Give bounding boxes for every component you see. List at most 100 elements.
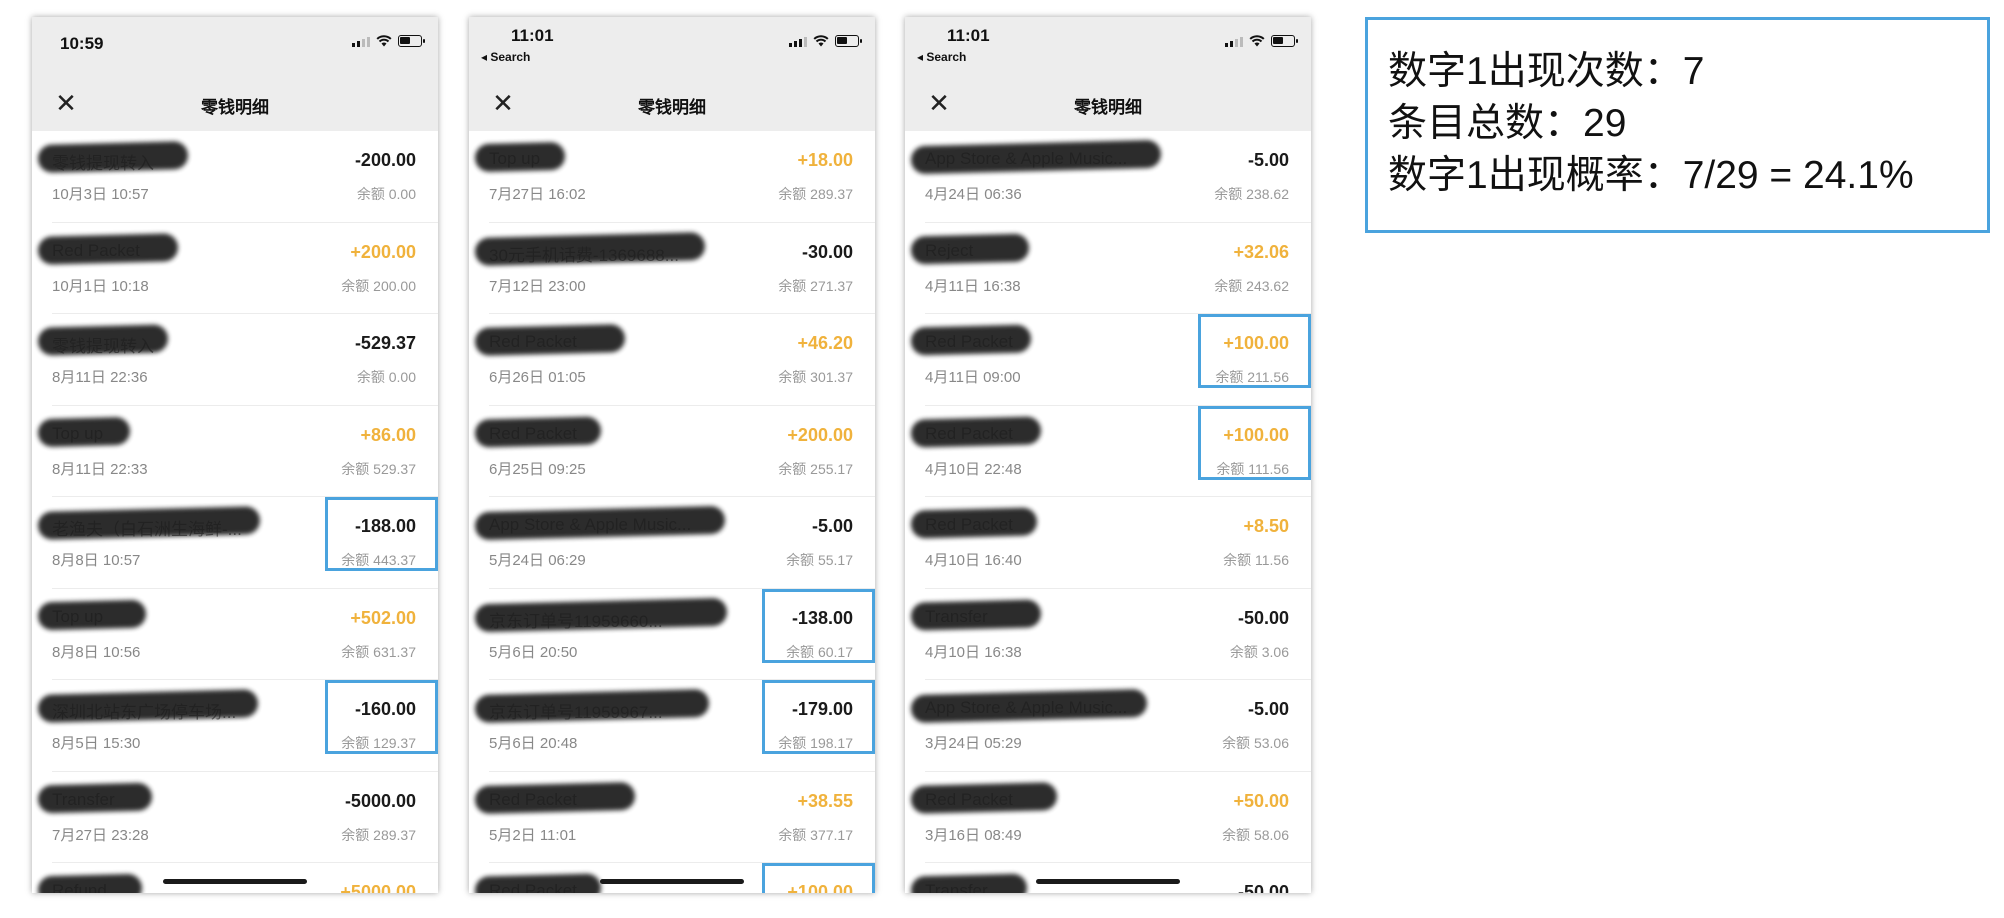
- home-indicator[interactable]: [163, 879, 307, 884]
- transaction-row[interactable]: 30元手机话费-1369688...7月12日 23:00-30.00余额 27…: [469, 222, 875, 314]
- transaction-row[interactable]: 零钱提现转入10月3日 10:57-200.00余额 0.00: [32, 131, 438, 223]
- transaction-row[interactable]: Refund+5000.00: [32, 863, 438, 893]
- status-bar: 11:01 ◂ Search: [905, 17, 1311, 77]
- transaction-amount: +46.20: [797, 333, 853, 353]
- redaction-scribble: [474, 597, 728, 632]
- transaction-row[interactable]: Red Packet4月10日 16:40+8.50余额 11.56: [905, 497, 1311, 589]
- transaction-row[interactable]: Red Packet+100.00: [469, 863, 875, 893]
- digit-one-highlight-box: [1198, 314, 1311, 388]
- page-title: 零钱明细: [638, 98, 706, 117]
- back-to-search-link[interactable]: ◂ Search: [481, 50, 530, 64]
- summary-total-entries: 条目总数：29: [1388, 102, 1627, 145]
- transaction-date: 5月2日 11:01: [489, 826, 577, 844]
- balance-after: 余额 529.37: [341, 460, 416, 477]
- redaction-scribble: [37, 416, 131, 447]
- phone-screenshot-2: 11:01 ◂ Search ✕ 零钱明细 Top up7月27日 16:02+…: [469, 17, 875, 893]
- digit-one-highlight-box: [762, 588, 875, 663]
- digit-one-highlight-box: [762, 680, 875, 754]
- transaction-date: 8月11日 22:36: [52, 369, 148, 386]
- transaction-row[interactable]: Transfer7月27日 23:28-5000.00余额 289.37: [32, 771, 438, 863]
- transaction-row[interactable]: Transfer-50.00: [905, 863, 1311, 893]
- wifi-icon: [376, 35, 392, 47]
- signal-icon: [1225, 37, 1243, 47]
- balance-after: 余额 271.37: [778, 277, 853, 294]
- transaction-date: 5月6日 20:48: [489, 735, 578, 752]
- nav-bar: ✕ 零钱明细: [469, 77, 875, 131]
- transaction-row[interactable]: Red Packet5月2日 11:01+38.55余额 377.17: [469, 771, 875, 863]
- transaction-amount: -5.00: [1247, 699, 1289, 719]
- transaction-date: 4月24日 06:36: [925, 186, 1022, 203]
- battery-icon: [398, 35, 425, 47]
- transaction-date: 3月24日 05:29: [925, 735, 1022, 752]
- status-icons: [789, 35, 862, 47]
- home-indicator[interactable]: [1036, 879, 1180, 884]
- redaction-scribble: [910, 232, 1030, 265]
- transaction-row[interactable]: App Store & Apple Music...4月24日 06:36-5.…: [905, 131, 1311, 223]
- battery-icon: [1271, 35, 1298, 47]
- signal-icon: [789, 37, 807, 47]
- status-time: 10:59: [60, 34, 104, 53]
- redaction-scribble: [474, 231, 706, 266]
- redaction-scribble: [37, 873, 143, 893]
- redaction-scribble: [37, 689, 259, 723]
- transaction-row[interactable]: Red Packet4月10日 22:48+100.00余额 111.56: [905, 405, 1311, 497]
- redaction-scribble: [474, 324, 626, 356]
- transaction-date: 5月24日 06:29: [489, 552, 586, 569]
- status-icons: [1225, 35, 1298, 47]
- redaction-scribble: [474, 415, 602, 448]
- transaction-date: 7月12日 23:00: [489, 277, 586, 295]
- transaction-amount: -5000.00: [344, 790, 416, 811]
- balance-after: 余额 238.62: [1214, 186, 1289, 202]
- redaction-scribble: [37, 141, 189, 173]
- transaction-row[interactable]: 深圳北站东广场停车场...8月5日 15:30-160.00余额 129.37: [32, 680, 438, 772]
- transaction-row[interactable]: Red Packet6月26日 01:05+46.20余额 301.37: [469, 314, 875, 406]
- transaction-amount: -50.00: [1237, 607, 1289, 628]
- transaction-row[interactable]: 京东订单号11959967...5月6日 20:48-179.00余额 198.…: [469, 680, 875, 772]
- transaction-date: 6月26日 01:05: [489, 369, 586, 386]
- redaction-scribble: [910, 507, 1038, 539]
- transaction-amount: +8.50: [1243, 516, 1289, 536]
- transaction-row[interactable]: 零钱提现转入8月11日 22:36-529.37余额 0.00: [32, 314, 438, 406]
- redaction-scribble: [474, 688, 710, 724]
- transaction-row[interactable]: 京东订单号11959660...5月6日 20:50-138.00余额 60.1…: [469, 588, 875, 680]
- transaction-row[interactable]: Red Packet4月11日 09:00+100.00余额 211.56: [905, 314, 1311, 406]
- phone-screenshot-3: 11:01 ◂ Search ✕ 零钱明细 App Store & Apple …: [905, 17, 1311, 893]
- transaction-row[interactable]: Transfer4月10日 16:38-50.00余额 3.06: [905, 588, 1311, 680]
- transaction-row[interactable]: Red Packet10月1日 10:18+200.00余额 200.00: [32, 222, 438, 314]
- transaction-row[interactable]: App Store & Apple Music...5月24日 06:29-5.…: [469, 497, 875, 589]
- digit-one-highlight-box: [325, 497, 438, 571]
- back-to-search-link[interactable]: ◂ Search: [917, 50, 966, 64]
- balance-after: 余额 0.00: [356, 186, 416, 202]
- status-icons: [352, 35, 425, 47]
- transaction-row[interactable]: App Store & Apple Music...3月24日 05:29-5.…: [905, 680, 1311, 772]
- balance-after: 余额 289.37: [778, 186, 853, 202]
- transaction-row[interactable]: Red Packet6月25日 09:25+200.00余额 255.17: [469, 405, 875, 497]
- redaction-scribble: [910, 598, 1042, 631]
- transaction-row[interactable]: Top up8月11日 22:33+86.00余额 529.37: [32, 405, 438, 497]
- status-time: 11:01: [511, 26, 554, 45]
- transaction-amount: +50.00: [1233, 790, 1289, 811]
- transaction-date: 5月6日 20:50: [489, 643, 578, 661]
- balance-after: 余额 301.37: [778, 369, 853, 385]
- page-title: 零钱明细: [201, 98, 269, 117]
- transaction-row[interactable]: Red Packet3月16日 08:49+50.00余额 58.06: [905, 771, 1311, 863]
- transaction-amount: -5.00: [811, 516, 853, 536]
- transaction-date: 4月11日 09:00: [925, 369, 1021, 386]
- transaction-amount: -200.00: [354, 150, 416, 170]
- status-bar: 11:01 ◂ Search: [469, 17, 875, 77]
- status-time: 11:01: [947, 26, 990, 45]
- transaction-row[interactable]: Top up8月8日 10:56+502.00余额 631.37: [32, 588, 438, 680]
- transaction-date: 4月10日 22:48: [925, 460, 1022, 478]
- redaction-scribble: [37, 782, 153, 813]
- balance-after: 余额 631.37: [341, 643, 416, 660]
- nav-bar: ✕ 零钱明细: [32, 77, 438, 131]
- transaction-row[interactable]: 老渔夫（白石洲生海鲜-...8月8日 10:57-188.00余额 443.37: [32, 497, 438, 589]
- redaction-scribble: [910, 415, 1042, 448]
- transaction-row[interactable]: Top up7月27日 16:02+18.00余额 289.37: [469, 131, 875, 223]
- battery-icon: [835, 35, 862, 47]
- home-indicator[interactable]: [600, 879, 744, 884]
- transaction-row[interactable]: Reject4月11日 16:38+32.06余额 243.62: [905, 222, 1311, 314]
- transaction-date: 4月11日 16:38: [925, 277, 1021, 295]
- transaction-date: 4月10日 16:40: [925, 552, 1022, 569]
- balance-after: 余额 0.00: [356, 369, 416, 385]
